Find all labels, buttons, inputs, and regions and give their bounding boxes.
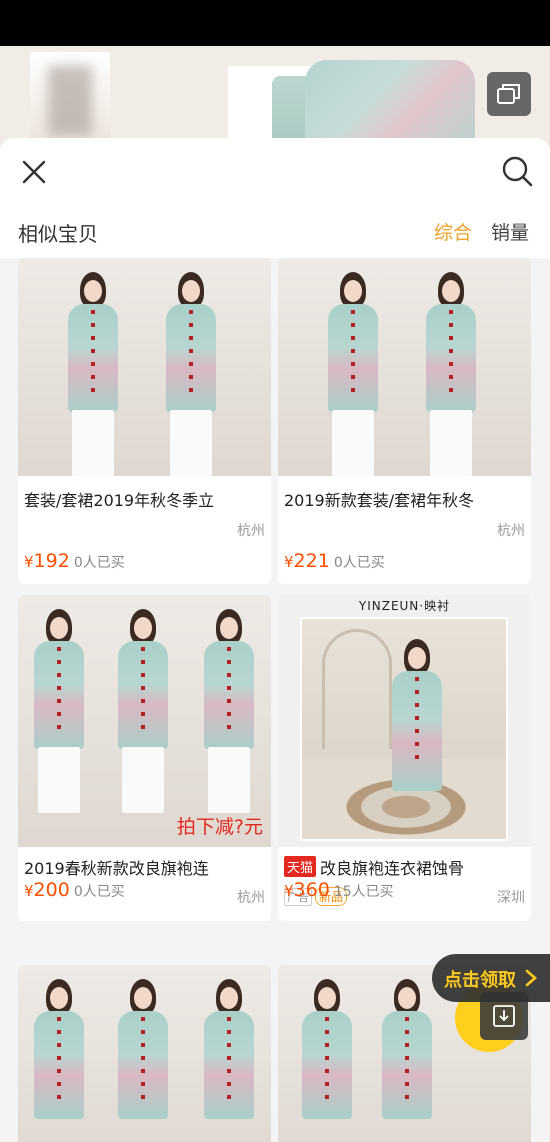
section-title: 相似宝贝 — [18, 222, 98, 246]
product-card[interactable]: 拍下减?元 2019春秋新款改良旗袍连 杭州 — [18, 595, 271, 921]
product-meta: 杭州 — [24, 520, 265, 540]
product-meta: 杭州 — [284, 520, 525, 540]
brand-logo-text: YINZEUN·映衬 — [358, 599, 451, 613]
product-card[interactable]: YINZEUN·映衬 天猫 改良旗袍连衣裙蚀骨 广告 新品 深圳 — [278, 595, 531, 921]
product-title: 天猫 改良旗袍连衣裙蚀骨 — [284, 855, 529, 879]
product-city: 杭州 — [237, 523, 265, 539]
product-image: YINZEUN·映衬 — [278, 595, 531, 847]
claim-coupon-button[interactable]: 点击领取 — [432, 954, 550, 1002]
price-value: 221 — [293, 550, 330, 572]
product-image — [18, 965, 271, 1142]
price-currency: ¥ — [284, 882, 294, 900]
multi-window-button[interactable] — [487, 72, 531, 116]
product-city: 杭州 — [497, 523, 525, 539]
sold-count: 0人已买 — [73, 884, 125, 900]
close-button[interactable] — [18, 156, 50, 188]
background-banner: 600 — [0, 46, 550, 146]
multi-window-icon — [497, 84, 520, 104]
price-currency: ¥ — [284, 553, 294, 571]
section-header: 相似宝贝 综合 销量 — [0, 204, 550, 258]
sold-count: 0人已买 — [73, 555, 125, 571]
price-value: 192 — [33, 550, 70, 572]
discount-overlay-text: 拍下减?元 — [176, 816, 263, 838]
sold-count: 0人已买 — [333, 555, 385, 571]
product-price: ¥200 0人已买 — [24, 879, 265, 901]
product-price: ¥221 0人已买 — [284, 550, 525, 572]
close-icon — [22, 160, 46, 184]
product-image — [278, 258, 531, 476]
background-dress-image — [305, 60, 475, 146]
sort-sales-tab[interactable]: 销量 — [491, 218, 529, 245]
price-value: 360 — [293, 879, 330, 901]
chevron-right-icon — [525, 969, 537, 987]
product-title: 2019春秋新款改良旗袍连 — [24, 859, 209, 878]
status-bar — [0, 0, 550, 46]
product-image: 拍下减?元 — [18, 595, 271, 847]
search-icon — [502, 156, 533, 187]
sold-count: 15人已买 — [333, 884, 394, 900]
sheet-top-bar — [0, 138, 550, 204]
product-card[interactable]: 套装/套裙2019年秋冬季立 杭州 ¥192 0人已买 — [18, 258, 271, 584]
background-logo-image — [30, 52, 110, 146]
sort-comprehensive-tab[interactable]: 综合 — [434, 218, 472, 245]
product-title: 套装/套裙2019年秋冬季立 — [24, 491, 215, 510]
price-currency: ¥ — [24, 882, 34, 900]
product-title-text: 改良旗袍连衣裙蚀骨 — [320, 859, 465, 878]
tmall-badge: 天猫 — [284, 856, 317, 877]
product-price: ¥192 0人已买 — [24, 550, 265, 572]
product-image — [18, 258, 271, 476]
claim-coupon-label: 点击领取 — [444, 970, 516, 991]
product-title: 2019新款套装/套裙年秋冬 — [284, 491, 475, 510]
product-price: ¥360 15人已买 — [284, 879, 525, 901]
download-icon — [493, 1005, 515, 1027]
product-card[interactable]: 2019新款套装/套裙年秋冬 杭州 ¥221 0人已买 — [278, 258, 531, 584]
price-value: 200 — [33, 879, 70, 901]
product-card[interactable] — [18, 965, 271, 1142]
search-button[interactable] — [500, 154, 534, 188]
price-currency: ¥ — [24, 553, 34, 571]
